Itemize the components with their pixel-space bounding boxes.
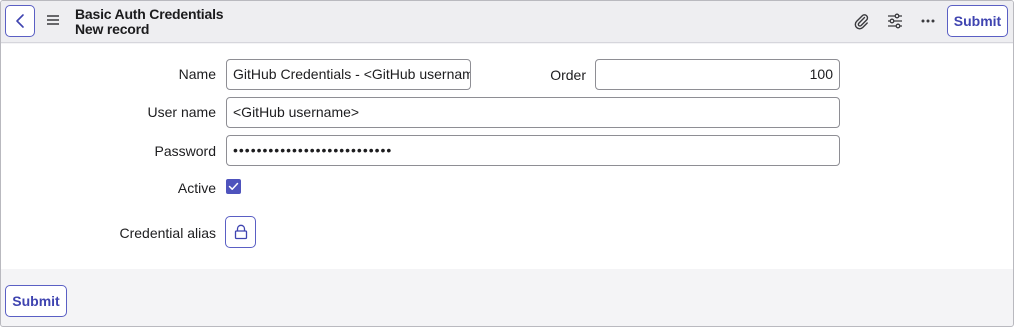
submit-button-top[interactable]: Submit	[947, 5, 1008, 37]
back-button[interactable]	[5, 5, 35, 37]
more-icon[interactable]	[919, 12, 937, 30]
record-form: Name GitHub Credentials - <GitHub userna…	[1, 44, 1013, 269]
page-title: Basic Auth Credentials	[75, 6, 224, 22]
checkmark-icon	[228, 182, 239, 190]
page-subtitle: New record	[75, 21, 150, 37]
active-label: Active	[177, 180, 216, 196]
back-icon	[16, 14, 24, 28]
name-field[interactable]: GitHub Credentials - <GitHub username>	[226, 59, 471, 90]
form-header: Basic Auth Credentials New record Submit	[1, 1, 1013, 43]
lock-icon	[234, 224, 247, 240]
password-label: Password	[154, 143, 216, 159]
paperclip-icon[interactable]	[852, 12, 870, 30]
menu-icon[interactable]	[46, 14, 60, 26]
sliders-icon[interactable]	[886, 12, 904, 30]
user-name-field[interactable]: <GitHub username>	[226, 97, 840, 128]
record-title: Basic Auth Credentials New record	[75, 6, 224, 37]
order-label: Order	[550, 67, 586, 83]
credential-alias-lock-button[interactable]	[225, 216, 256, 248]
name-label: Name	[178, 66, 216, 82]
submit-button-bottom[interactable]: Submit	[5, 285, 67, 317]
active-checkbox[interactable]	[226, 179, 241, 194]
user-name-label: User name	[147, 104, 216, 120]
order-field[interactable]: 100	[595, 59, 840, 90]
credential-alias-label: Credential alias	[119, 225, 217, 241]
app-frame: Basic Auth Credentials New record Submit…	[0, 0, 1014, 327]
password-field[interactable]: •••••••••••••••••••••••••••	[226, 135, 840, 166]
